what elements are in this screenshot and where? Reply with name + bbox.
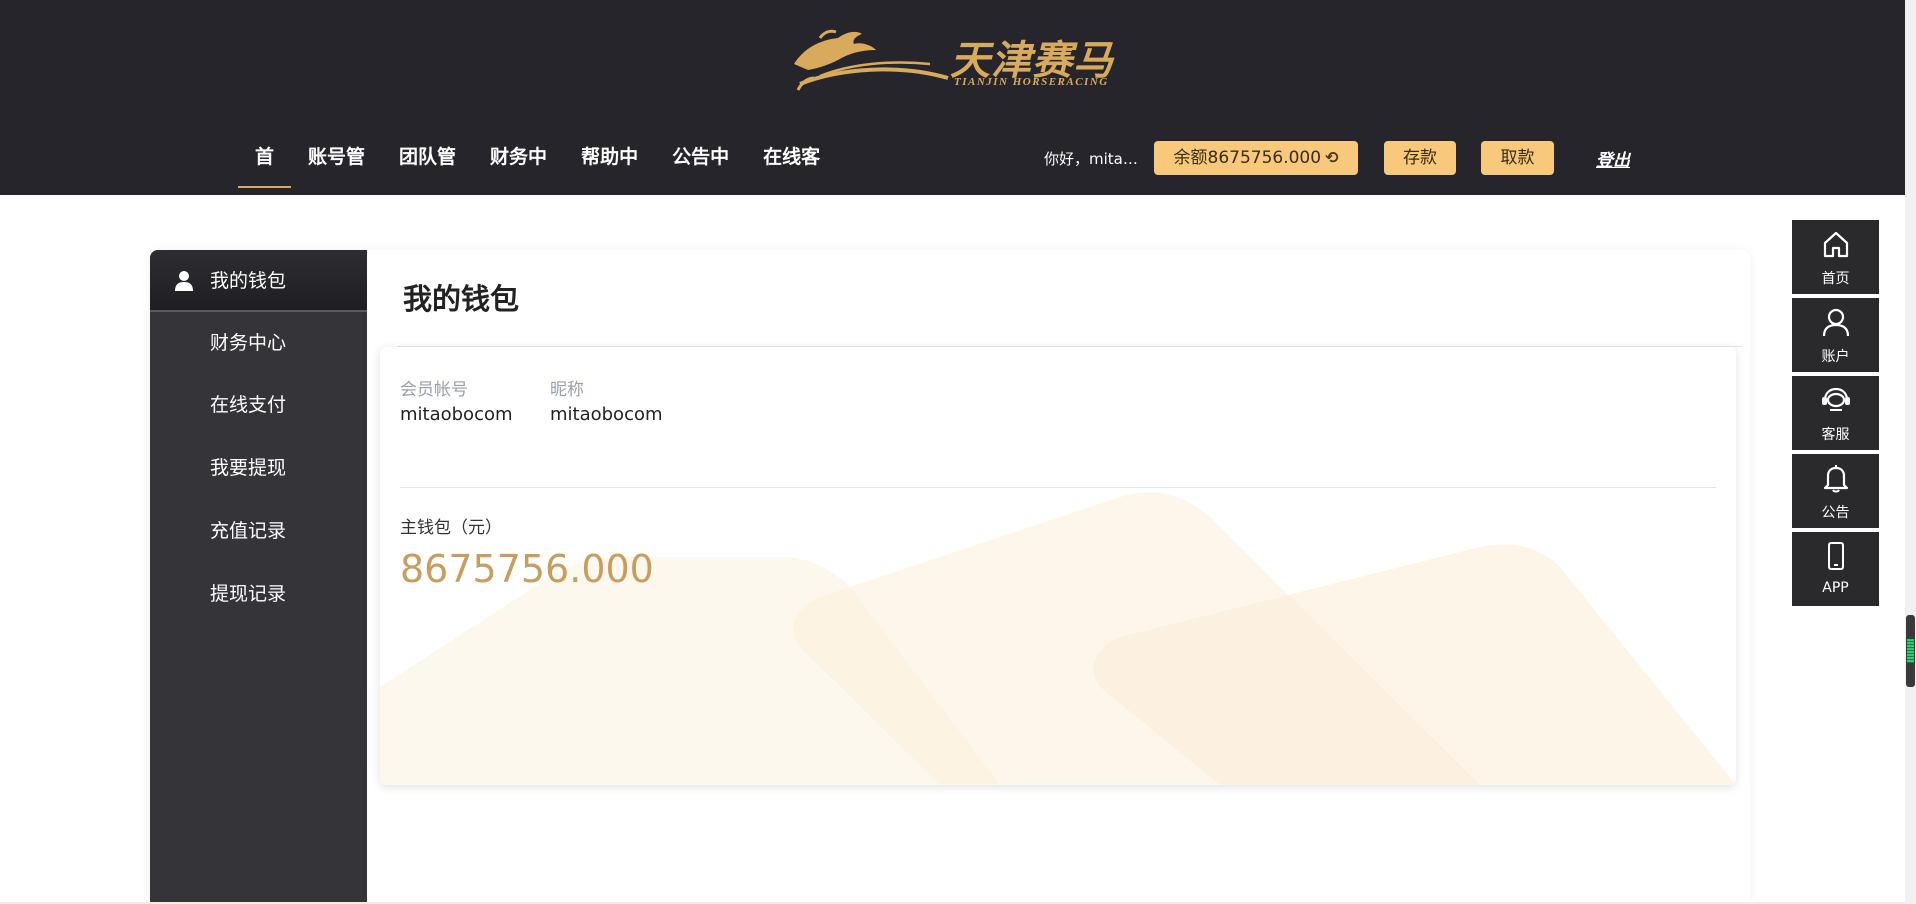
sidebar-item-label: 提现记录 (210, 583, 287, 605)
float-item-label: 客服 (1821, 427, 1850, 443)
nav-item-finance[interactable]: 财务中 (473, 138, 564, 188)
sidebar: 我的钱包 财务中心 在线支付 我要提现 充值记录 提现记录 (150, 250, 367, 904)
nav-item-notice[interactable]: 公告中 (655, 138, 746, 188)
main-nav: 首 账号管 团队管 财务中 帮助中 公告中 在线客 (238, 138, 837, 190)
sidebar-item-online-payment[interactable]: 在线支付 (150, 374, 367, 436)
horse-logo-icon (794, 29, 949, 91)
nav-item-online-service[interactable]: 在线客 (746, 138, 837, 188)
sidebar-item-recharge-records[interactable]: 充值记录 (150, 500, 367, 562)
home-icon (1823, 231, 1849, 258)
account-info: 会员帐号 mitaobocom (400, 375, 513, 425)
withdraw-button[interactable]: 取款 (1481, 141, 1554, 175)
headset-icon (1822, 387, 1850, 411)
top-header: 天津赛马 TIANJIN HORSERACING 首 账号管 团队管 财务中 帮… (0, 0, 1905, 195)
scrollbar-thumb[interactable] (1906, 615, 1915, 687)
nickname-label: 昵称 (550, 380, 584, 400)
nav-item-account[interactable]: 账号管 (291, 138, 382, 188)
sidebar-item-label: 财务中心 (210, 332, 287, 354)
phone-icon (1828, 542, 1844, 570)
float-item-label: 首页 (1821, 271, 1850, 287)
user-area: 你好，mitao... 余额8675756.000 ⟲ 存款 取款 登出 (1044, 140, 1630, 176)
main-container: 我的钱包 财务中心 在线支付 我要提现 充值记录 提现记录 我的钱包 会员帐号 … (150, 250, 1750, 904)
page-title: 我的钱包 (403, 282, 520, 316)
wallet-card: 会员帐号 mitaobocom 昵称 mitaobocom 主钱包（元） 867… (380, 347, 1736, 785)
sidebar-item-label: 我的钱包 (210, 270, 287, 292)
account-icon (1822, 308, 1850, 337)
float-item-label: APP (1822, 580, 1849, 596)
content-area: 我的钱包 会员帐号 mitaobocom 昵称 mitaobocom 主钱包（元… (367, 250, 1750, 904)
nickname-info: 昵称 mitaobocom (550, 375, 663, 425)
sidebar-item-finance-center[interactable]: 财务中心 (150, 312, 367, 374)
float-item-account[interactable]: 账户 (1792, 298, 1879, 372)
nav-item-home[interactable]: 首 (238, 138, 292, 188)
page-scrollbar[interactable] (1905, 0, 1916, 904)
logout-link[interactable]: 登出 (1596, 146, 1630, 171)
deposit-button[interactable]: 存款 (1384, 141, 1456, 175)
float-item-app[interactable]: APP (1792, 532, 1879, 606)
site-logo[interactable]: 天津赛马 TIANJIN HORSERACING (790, 24, 1113, 96)
sidebar-item-label: 充值记录 (210, 520, 287, 542)
account-label: 会员帐号 (400, 380, 468, 400)
bell-icon (1823, 465, 1849, 493)
sidebar-item-label: 我要提现 (210, 457, 287, 479)
sidebar-item-withdraw[interactable]: 我要提现 (150, 437, 367, 499)
sidebar-item-withdraw-records[interactable]: 提现记录 (150, 563, 367, 625)
account-value: mitaobocom (400, 404, 513, 425)
nav-item-help[interactable]: 帮助中 (564, 138, 655, 188)
right-float-bar: 首页 账户 客服 公告 APP (1792, 220, 1879, 610)
main-wallet-amount: 8675756.000 (400, 547, 654, 591)
sidebar-item-my-wallet[interactable]: 我的钱包 (150, 250, 367, 312)
user-greeting: 你好，mitao... (1044, 149, 1144, 168)
logo-text-en: TIANJIN HORSERACING (954, 76, 1109, 88)
refresh-icon[interactable]: ⟲ (1325, 141, 1338, 175)
float-item-home[interactable]: 首页 (1792, 220, 1879, 294)
float-item-label: 公告 (1821, 505, 1850, 521)
nickname-value: mitaobocom (550, 404, 663, 425)
balance-label: 余额8675756.000 (1173, 148, 1322, 168)
balance-button[interactable]: 余额8675756.000 ⟲ (1154, 141, 1358, 175)
float-item-customer-service[interactable]: 客服 (1792, 376, 1879, 450)
user-icon (175, 271, 193, 291)
float-item-label: 账户 (1821, 349, 1850, 365)
sidebar-item-label: 在线支付 (210, 394, 287, 416)
float-item-notice[interactable]: 公告 (1792, 454, 1879, 528)
nav-item-team[interactable]: 团队管 (382, 138, 473, 188)
card-divider (400, 487, 1716, 488)
main-wallet-label: 主钱包（元） (400, 518, 502, 538)
scrollbar-grip (1907, 639, 1914, 663)
